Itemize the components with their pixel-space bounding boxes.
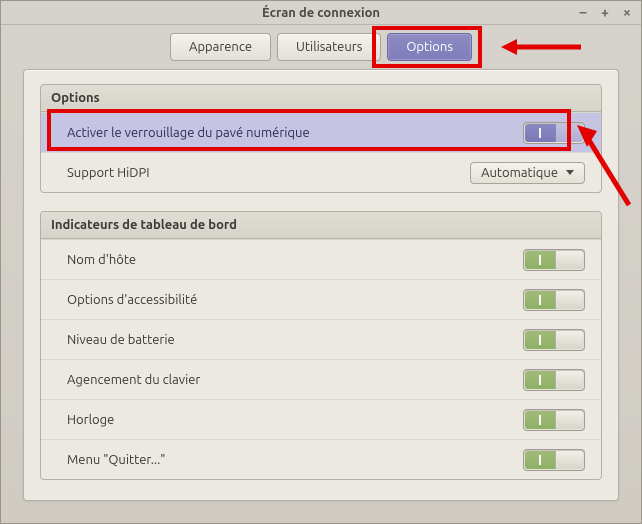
row-hidpi: Support HiDPI Automatique [41,152,601,192]
hidpi-value: Automatique [481,166,558,180]
options-panel-title: Options [41,85,601,112]
a11y-label: Options d'accessibilité [67,293,197,307]
layout-label: Agencement du clavier [67,373,200,387]
tabs: Apparence Utilisateurs Options [1,25,641,73]
row-hostname: Nom d'hôte [41,239,601,279]
close-button[interactable]: × [619,4,635,20]
layout-toggle[interactable] [523,369,585,391]
row-battery: Niveau de batterie [41,319,601,359]
clock-toggle[interactable] [523,409,585,431]
quit-label: Menu "Quitter..." [67,453,166,467]
indicators-panel: Indicateurs de tableau de bord Nom d'hôt… [40,211,602,480]
indicators-panel-title: Indicateurs de tableau de bord [41,212,601,239]
numlock-label: Activer le verrouillage du pavé numériqu… [67,126,310,140]
row-clock: Horloge [41,399,601,439]
tab-appearance[interactable]: Apparence [170,33,271,61]
hidpi-label: Support HiDPI [67,166,150,180]
battery-toggle[interactable] [523,329,585,351]
content-area: Options Activer le verrouillage du pavé … [23,69,619,501]
hidpi-dropdown[interactable]: Automatique [470,162,585,184]
clock-label: Horloge [67,413,114,427]
tab-users[interactable]: Utilisateurs [277,33,381,61]
battery-label: Niveau de batterie [67,333,175,347]
chevron-down-icon [566,170,574,175]
login-screen-settings-window: Écran de connexion – + × Apparence Utili… [0,0,642,524]
a11y-toggle[interactable] [523,289,585,311]
row-quit: Menu "Quitter..." [41,439,601,479]
window-title: Écran de connexion [262,6,380,20]
row-layout: Agencement du clavier [41,359,601,399]
numlock-toggle[interactable] [523,122,585,144]
row-numlock: Activer le verrouillage du pavé numériqu… [41,112,601,152]
hostname-toggle[interactable] [523,249,585,271]
row-a11y: Options d'accessibilité [41,279,601,319]
quit-toggle[interactable] [523,449,585,471]
minimize-button[interactable]: – [575,4,591,20]
options-panel: Options Activer le verrouillage du pavé … [40,84,602,193]
tab-options[interactable]: Options [387,33,472,61]
hostname-label: Nom d'hôte [67,253,136,267]
titlebar: Écran de connexion – + × [1,1,641,25]
window-controls: – + × [575,4,635,20]
maximize-button[interactable]: + [597,4,613,20]
